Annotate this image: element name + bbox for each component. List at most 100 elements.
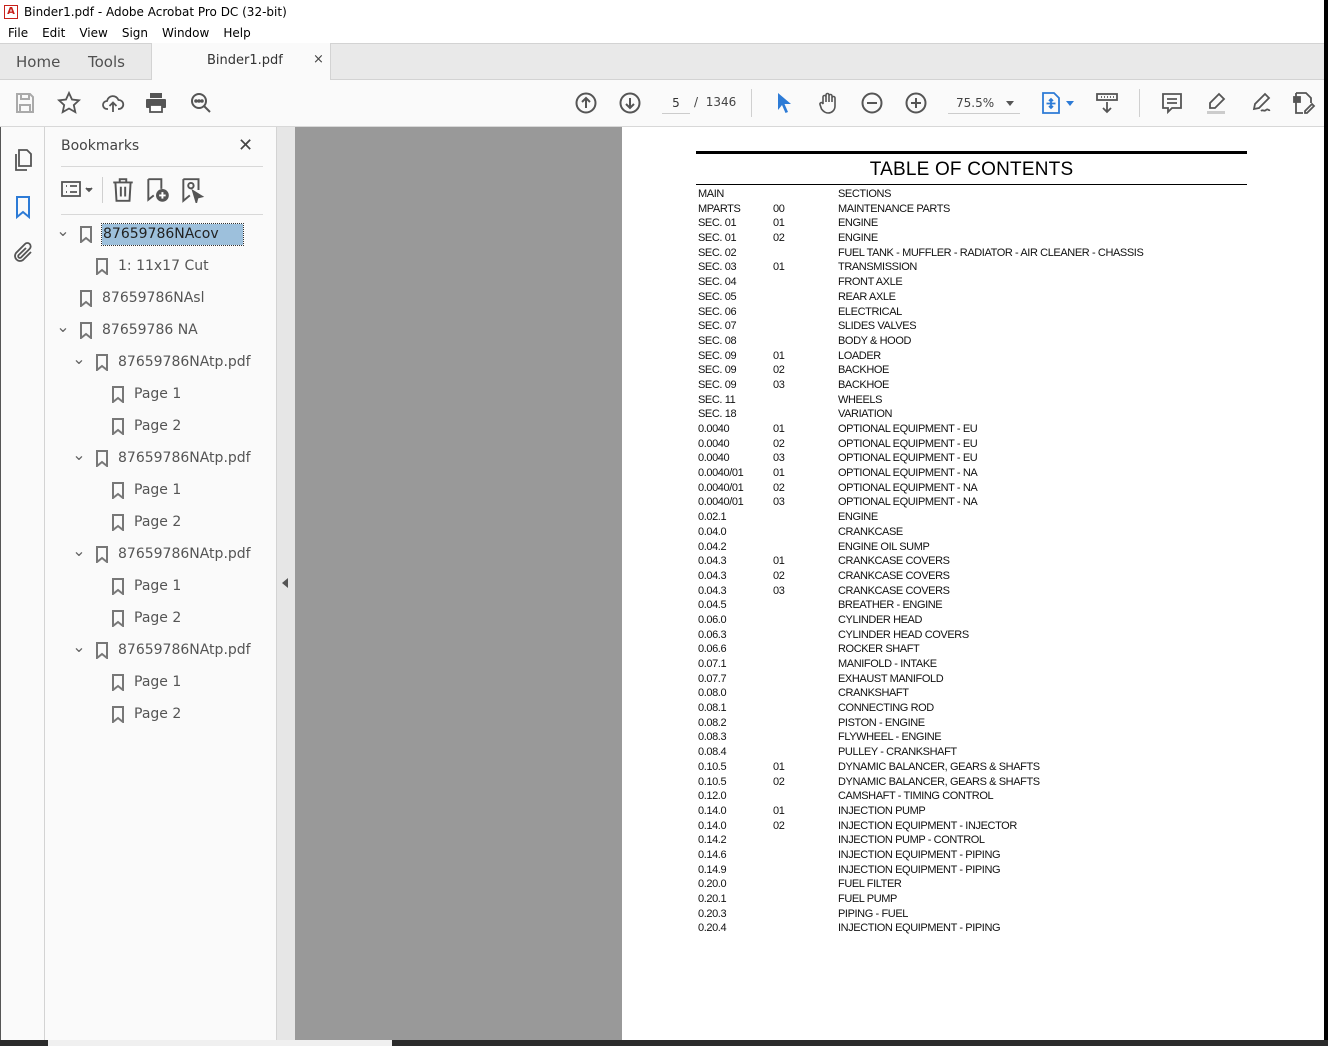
scroll-mode-icon[interactable]: [1094, 90, 1120, 116]
page-number-input[interactable]: 5: [662, 92, 690, 114]
fit-page-dropdown-icon[interactable]: [1066, 101, 1074, 106]
bookmark-item[interactable]: Page 2: [88, 604, 181, 632]
zoom-in-icon[interactable]: [903, 90, 929, 116]
bookmark-item[interactable]: Page 1: [88, 668, 181, 696]
bookmark-item[interactable]: ⌄ 87659786NAcov: [56, 220, 244, 248]
zoom-out-icon[interactable]: [859, 90, 885, 116]
bookmark-item[interactable]: Page 2: [88, 508, 181, 536]
toc-sub-code: 02: [773, 481, 785, 494]
menu-edit[interactable]: Edit: [34, 26, 71, 40]
hand-icon[interactable]: [815, 90, 841, 116]
toc-row: 0.20.4 INJECTION EQUIPMENT - PIPING: [698, 922, 1238, 937]
toc-main-code: 0.14.6: [698, 848, 727, 861]
toc-main-code: SEC. 06: [698, 305, 737, 318]
zoom-level-select[interactable]: 75.5%: [948, 92, 1020, 114]
toc-row: SEC. 18 VARIATION: [698, 408, 1238, 423]
page-separator: /: [694, 95, 699, 109]
toc-section-name: FUEL TANK - MUFFLER - RADIATOR - AIR CLE…: [838, 246, 1144, 259]
menu-sign[interactable]: Sign: [114, 26, 154, 40]
toc-main-code: MPARTS: [698, 202, 741, 215]
toc-main-code: 0.20.3: [698, 907, 727, 920]
chevron-down-icon[interactable]: ⌄: [56, 223, 70, 239]
menu-file[interactable]: File: [0, 26, 34, 40]
highlight-icon[interactable]: [1203, 90, 1229, 116]
horizontal-scrollbar[interactable]: [48, 1040, 392, 1046]
toc-section-name: BACKHOE: [838, 364, 889, 377]
previous-page-icon[interactable]: [573, 90, 599, 116]
new-bookmark-icon[interactable]: [144, 177, 170, 203]
bookmark-item[interactable]: ⌄ 87659786 NA: [56, 316, 198, 344]
select-arrow-icon[interactable]: [771, 90, 797, 116]
toc-section-name: INJECTION EQUIPMENT - PIPING: [838, 863, 1001, 876]
toc-row: MPARTS 00 MAINTENANCE PARTS: [698, 203, 1238, 218]
toc-section-name: CONNECTING ROD: [838, 702, 934, 715]
collapse-panel-handle[interactable]: [277, 127, 295, 1040]
chevron-down-icon[interactable]: ⌄: [72, 543, 86, 559]
toc-main-code: 0.12.0: [698, 790, 727, 803]
toc-row: 0.08.3 FLYWHEEL - ENGINE: [698, 731, 1238, 746]
delete-bookmark-icon[interactable]: [110, 177, 136, 203]
bookmark-item[interactable]: ⌄ 87659786NAtp.pdf: [72, 444, 251, 472]
toc-main-code: 0.14.2: [698, 834, 727, 847]
toc-main-code: 0.0040/01: [698, 481, 744, 494]
chevron-down-icon[interactable]: ⌄: [72, 447, 86, 463]
comment-icon[interactable]: [1159, 90, 1185, 116]
sign-icon[interactable]: [1247, 90, 1273, 116]
toc-section-name: SLIDES VALVES: [838, 320, 917, 333]
bookmark-item[interactable]: Page 2: [88, 700, 181, 728]
print-icon[interactable]: [143, 90, 169, 116]
bookmark-star-icon[interactable]: [56, 90, 82, 116]
bookmark-label: 87659786 NA: [102, 322, 198, 338]
bookmark-icon: [96, 257, 108, 276]
menu-window[interactable]: Window: [154, 26, 215, 40]
tab-home[interactable]: Home: [16, 53, 60, 71]
bookmark-label: 87659786NAtp.pdf: [118, 450, 251, 466]
upload-cloud-icon[interactable]: [100, 90, 126, 116]
bookmark-item[interactable]: Page 1: [88, 476, 181, 504]
search-zoom-icon[interactable]: [188, 90, 214, 116]
bookmark-item[interactable]: ⌄ 87659786NAtp.pdf: [72, 348, 251, 376]
chevron-down-icon[interactable]: ⌄: [56, 319, 70, 335]
toc-main-code: 0.06.0: [698, 613, 727, 626]
bookmark-item[interactable]: Page 1: [88, 572, 181, 600]
toc-section-name: FLYWHEEL - ENGINE: [838, 731, 942, 744]
bookmark-label: Page 2: [134, 610, 182, 626]
page-thumbnails-icon[interactable]: [11, 148, 35, 172]
window-title: Binder1.pdf - Adobe Acrobat Pro DC (32-b…: [24, 4, 287, 19]
toc-section-name: INJECTION EQUIPMENT - PIPING: [838, 922, 1001, 935]
attachments-icon[interactable]: [11, 241, 35, 265]
left-rail: [0, 127, 45, 1040]
toc-section-name: TRANSMISSION: [838, 261, 917, 274]
chevron-down-icon[interactable]: ⌄: [72, 351, 86, 367]
bookmark-item[interactable]: ⌄ 87659786NAtp.pdf: [72, 636, 251, 664]
save-icon[interactable]: [12, 90, 38, 116]
bookmark-options-icon[interactable]: [61, 177, 95, 203]
menu-help[interactable]: Help: [215, 26, 256, 40]
toc-main-code: SEC. 18: [698, 408, 737, 421]
toc-row: 0.06.0 CYLINDER HEAD: [698, 614, 1238, 629]
toc-row: SEC. 03 01 TRANSMISSION: [698, 261, 1238, 276]
bookmark-item[interactable]: ⌄ 87659786NAtp.pdf: [72, 540, 251, 568]
toc-title: TABLE OF CONTENTS: [869, 159, 1074, 180]
tab-document[interactable]: Binder1.pdf ×: [151, 43, 331, 80]
bookmark-item[interactable]: 1: 11x17 Cut: [72, 252, 209, 280]
bookmark-item[interactable]: Page 2: [88, 412, 181, 440]
tab-tools[interactable]: Tools: [88, 53, 125, 71]
close-tab-icon[interactable]: ×: [313, 52, 324, 67]
chevron-down-icon[interactable]: ⌄: [72, 639, 86, 655]
menu-view[interactable]: View: [71, 26, 113, 40]
bookmark-item[interactable]: 87659786NAsl: [56, 284, 205, 312]
toc-section-name: INJECTION PUMP: [838, 804, 926, 817]
bookmark-icon: [112, 385, 124, 404]
bookmark-properties-icon[interactable]: [179, 177, 205, 206]
next-page-icon[interactable]: [617, 90, 643, 116]
fit-page-icon[interactable]: [1038, 90, 1064, 116]
toc-section-name: FUEL FILTER: [838, 878, 902, 891]
bookmarks-panel-icon[interactable]: [11, 195, 35, 220]
toc-row: 0.08.4 PULLEY - CRANKSHAFT: [698, 746, 1238, 761]
bookmark-icon: [112, 609, 124, 628]
edit-pdf-icon[interactable]: [1291, 90, 1317, 116]
close-panel-icon[interactable]: ✕: [238, 135, 253, 156]
collapse-arrow-icon: [282, 578, 288, 588]
bookmark-item[interactable]: Page 1: [88, 380, 181, 408]
